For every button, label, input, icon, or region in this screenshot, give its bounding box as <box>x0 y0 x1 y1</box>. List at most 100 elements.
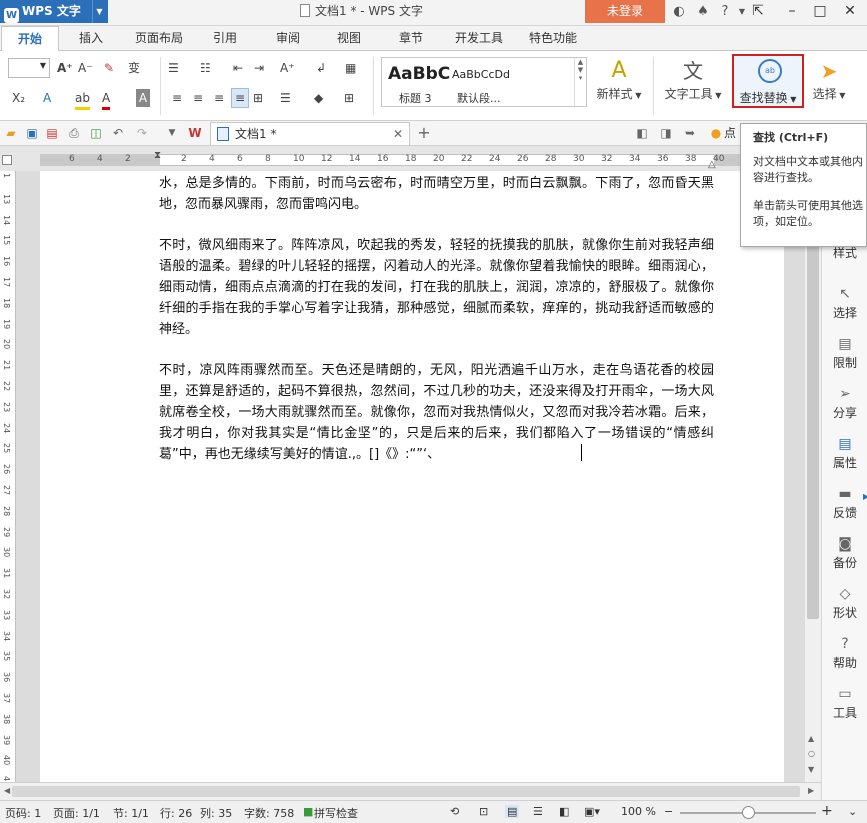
char-shading-icon[interactable]: A <box>136 89 150 107</box>
tab-references[interactable]: 引用 <box>200 26 250 51</box>
page-view-icon[interactable]: ▤ <box>505 805 520 818</box>
tab-stop-selector-icon[interactable] <box>2 155 12 165</box>
subscript-icon[interactable]: X₂ <box>12 89 25 107</box>
scroll-left-icon[interactable]: ◀ <box>4 786 10 795</box>
tab-review[interactable]: 审阅 <box>263 26 313 51</box>
status-spellcheck[interactable]: 拼写检查 <box>314 805 358 821</box>
document-page[interactable]: 水，总是多情的。下雨前，时而乌云密布，时而晴空万里，时而白云飘飘。下雨了，忽而昏… <box>40 171 784 782</box>
tab-home[interactable]: 开始 <box>1 26 59 52</box>
style-gallery[interactable]: AaBbC AaBbCcDd 标题 3 默认段... ▲ ▼ ▾ <box>381 57 587 107</box>
tab-developer[interactable]: 开发工具 <box>448 26 510 51</box>
paragraph-mark-icon[interactable]: ↲ <box>316 59 326 77</box>
highlight-icon[interactable]: ab <box>75 89 90 110</box>
print-icon[interactable]: ⎙ <box>66 125 82 141</box>
tab-section[interactable]: 章节 <box>386 26 436 51</box>
table-icon[interactable]: ▦ <box>345 59 356 77</box>
distribute-icon[interactable]: ⊞ <box>253 89 263 107</box>
font-color-icon[interactable]: A <box>102 89 111 110</box>
status-section[interactable]: 节: 1/1 <box>113 805 149 821</box>
scroll-right-icon[interactable]: ▶ <box>808 786 814 795</box>
select-browse-icon[interactable]: ○ <box>808 749 815 758</box>
app-menu-button[interactable]: W WPS 文字 ▼ <box>0 0 108 23</box>
status-row[interactable]: 行: 26 <box>160 805 192 821</box>
sidebar-item-tools[interactable]: ▭ 工具 <box>822 684 867 721</box>
panel2-icon[interactable]: ◨ <box>658 125 674 141</box>
decrease-indent-icon[interactable]: ⇤ <box>233 59 243 77</box>
text-effect-icon[interactable]: A <box>43 89 51 107</box>
share-icon[interactable]: ➥ <box>682 125 698 141</box>
clear-format-icon[interactable]: ✎ <box>104 59 114 77</box>
tips-label[interactable]: 点 <box>722 125 738 141</box>
status-word-count[interactable]: 字数: 758 <box>244 805 294 821</box>
select-button[interactable]: ➤ 选择 ▼ <box>806 57 852 105</box>
sidebar-item-feedback[interactable]: ▬ 反馈 <box>822 484 867 521</box>
phonetic-icon[interactable]: 变 <box>128 59 140 77</box>
find-replace-button[interactable]: ab 查找替换 ▼ <box>732 54 804 108</box>
align-center-icon[interactable]: ≡ <box>193 89 203 107</box>
border-icon[interactable]: ⊞ <box>344 89 354 107</box>
tab-insert[interactable]: 插入 <box>66 26 116 51</box>
style-gallery-scroll[interactable]: ▲ ▼ ▾ <box>574 58 586 106</box>
sidebar-item-properties[interactable]: ▤ 属性 <box>822 434 867 471</box>
export-pdf-icon[interactable]: ▤ <box>44 125 60 141</box>
outline-view-icon[interactable]: ☰ <box>533 805 543 818</box>
new-style-button[interactable]: A 新样式 ▼ <box>594 57 644 105</box>
new-tab-icon[interactable]: + <box>416 125 432 141</box>
status-more-icon[interactable]: ⌄ <box>848 805 857 818</box>
revision-icon[interactable]: ⟲ <box>450 805 459 818</box>
shading-fill-icon[interactable]: ◆ <box>314 89 323 107</box>
justify-icon[interactable]: ≡ <box>231 88 249 108</box>
status-page[interactable]: 页面: 1/1 <box>53 805 100 821</box>
expand-pane-icon[interactable]: ▶ <box>863 492 867 501</box>
zoom-level[interactable]: 100 % <box>621 805 656 818</box>
minimize-button[interactable]: – <box>777 0 807 23</box>
zoom-in-icon[interactable]: + <box>821 803 833 819</box>
paragraph-3[interactable]: 不时，凉风阵雨骤然而至。天色还是晴朗的，无风，阳光洒遍千山万水，走在鸟语花香的校… <box>159 360 714 465</box>
numbered-list-icon[interactable]: ☷ <box>200 59 211 77</box>
tab-page-layout[interactable]: 页面布局 <box>128 26 190 51</box>
restore-layout-icon[interactable]: ⇱ <box>743 0 773 23</box>
skin-icon[interactable]: ◐ <box>670 3 688 21</box>
horizontal-ruler[interactable]: 6 4 2 2 4 6 8 10 12 14 16 18 20 22 24 26 28 30 32 34 36 38 40 … <box>0 146 827 171</box>
help-icon[interactable]: ? <box>716 3 734 21</box>
align-right-icon[interactable]: ≡ <box>214 89 224 107</box>
bullet-list-icon[interactable]: ☰ <box>168 59 179 77</box>
document-tab[interactable]: 文档1 * ✕ <box>210 122 410 145</box>
tab-view[interactable]: 视图 <box>324 26 374 51</box>
scroll-up-icon[interactable]: ▲ <box>808 734 814 743</box>
redo-icon[interactable]: ↷ <box>134 125 150 141</box>
text-tools-button[interactable]: 文 文字工具 ▼ <box>660 57 726 105</box>
paragraph-2[interactable]: 不时，微风细雨来了。阵阵凉风，吹起我的秀发，轻轻的抚摸我的肌肤，就像你生前对我轻… <box>159 235 714 340</box>
font-size-select[interactable]: ▼ <box>8 58 50 78</box>
fullscreen-icon[interactable]: ⊡ <box>479 805 488 818</box>
reading-view-icon[interactable]: ▣▾ <box>584 805 600 818</box>
web-view-icon[interactable]: ◧ <box>559 805 569 818</box>
sidebar-item-restrict[interactable]: ▤ 限制 <box>822 334 867 371</box>
align-left-icon[interactable]: ≡ <box>172 89 182 107</box>
sidebar-item-select[interactable]: ↖ 选择 <box>822 284 867 321</box>
close-button[interactable]: ✕ <box>835 0 865 23</box>
sidebar-item-share[interactable]: ➢ 分享 <box>822 384 867 421</box>
change-case-icon[interactable]: A⁺ <box>280 59 295 77</box>
print-preview-icon[interactable]: ◫ <box>88 125 104 141</box>
hscroll-thumb[interactable] <box>12 786 800 797</box>
horizontal-scrollbar[interactable]: ◀ ▶ <box>0 782 821 800</box>
shirt-icon[interactable]: ♠ <box>694 3 712 21</box>
zoom-out-icon[interactable]: − <box>664 805 673 818</box>
status-page-number[interactable]: 页码: 1 <box>5 805 41 821</box>
sidebar-item-help[interactable]: ? 帮助 <box>822 634 867 671</box>
shrink-font-icon[interactable]: A⁻ <box>78 59 93 77</box>
sidebar-item-backup[interactable]: ◙ 备份 <box>822 534 867 571</box>
zoom-slider-thumb[interactable] <box>742 806 755 819</box>
panel-icon[interactable]: ◧ <box>634 125 650 141</box>
wps-home-icon[interactable]: W <box>187 125 203 141</box>
customize-dropdown-icon[interactable]: ▼ <box>164 125 180 141</box>
open-folder-icon[interactable]: ▰ <box>3 125 19 141</box>
close-tab-icon[interactable]: ✕ <box>393 123 403 145</box>
paragraph-1[interactable]: 水，总是多情的。下雨前，时而乌云密布，时而晴空万里，时而白云飘飘。下雨了，忽而昏… <box>159 173 714 215</box>
grow-font-icon[interactable]: A⁺ <box>57 59 73 77</box>
style-preview-normal[interactable]: AaBbCcDd <box>452 68 510 81</box>
vertical-ruler[interactable]: 1 13 14 15 16 17 18 19 20 21 22 23 24 25 26 27 28 29 30 31 3… <box>0 171 16 786</box>
indent-marker-icon[interactable]: ⧗ <box>154 150 161 161</box>
vertical-scrollbar[interactable]: ▲ ○ ▼ <box>805 171 821 782</box>
